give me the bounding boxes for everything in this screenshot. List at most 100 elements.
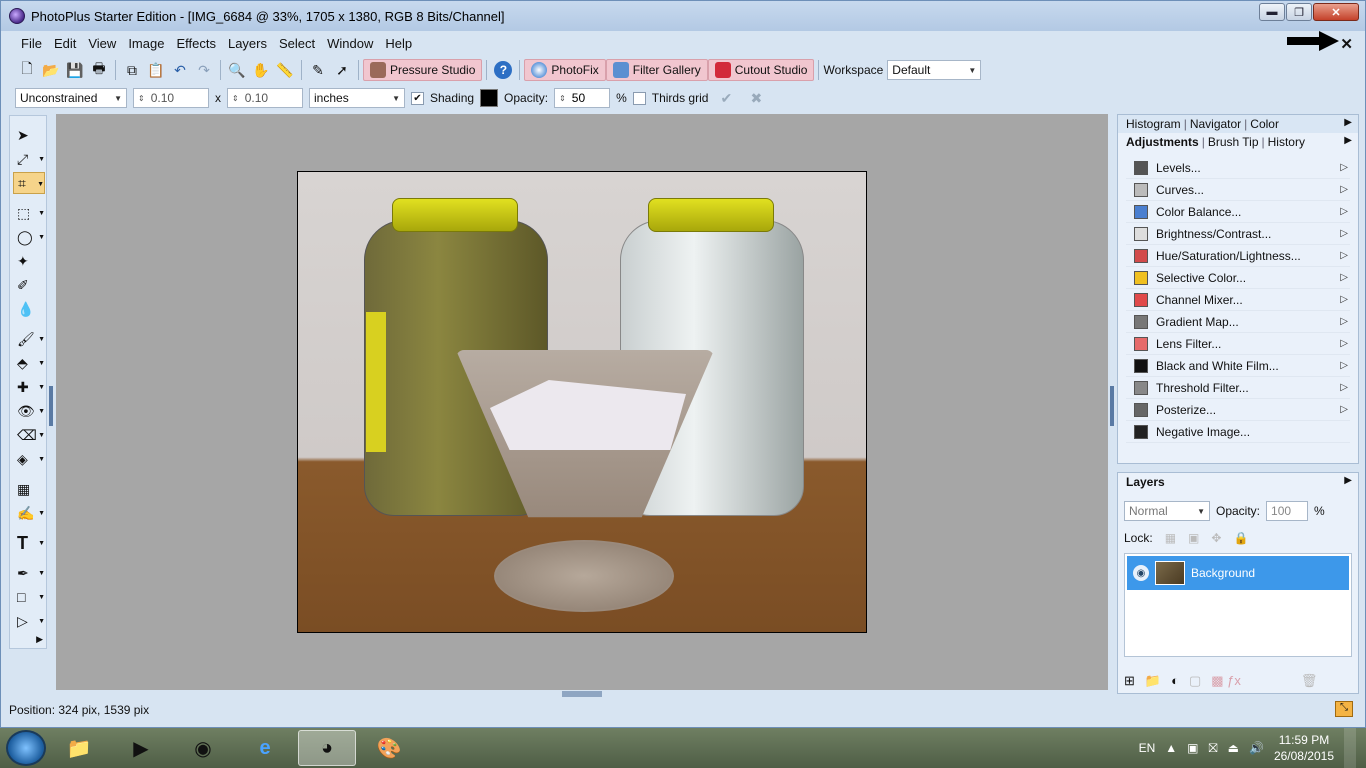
menu-image[interactable]: Image bbox=[122, 34, 170, 54]
tab-adjustments[interactable]: Adjustments bbox=[1126, 135, 1199, 149]
mesh-warp-icon[interactable]: ▦ bbox=[13, 478, 45, 500]
blend-mode-select[interactable]: Normal ▼ bbox=[1124, 501, 1210, 521]
filter-gallery-button[interactable]: Filter Gallery bbox=[605, 59, 708, 81]
show-desktop-button[interactable] bbox=[1344, 728, 1356, 768]
usb-icon[interactable]: ⏏ bbox=[1228, 741, 1239, 755]
crop-tool-icon[interactable]: ⌗ ▼ bbox=[13, 172, 45, 194]
adjustment-item[interactable]: Selective Color... ▷ bbox=[1126, 267, 1350, 289]
expand-arrow-icon[interactable]: ▷ bbox=[1340, 338, 1348, 349]
left-panel-grip[interactable] bbox=[49, 386, 53, 426]
hand-icon[interactable]: ✋ bbox=[249, 59, 273, 81]
expand-arrow-icon[interactable]: ▷ bbox=[1340, 272, 1348, 283]
tab-histogram[interactable]: Histogram bbox=[1126, 117, 1181, 131]
adjustment-layer-icon[interactable]: ◐ bbox=[1171, 673, 1179, 689]
new-group-icon[interactable]: 📁 bbox=[1145, 673, 1161, 689]
photoplus-app-icon[interactable] bbox=[9, 8, 25, 24]
save-icon[interactable]: 💾 bbox=[63, 59, 87, 81]
resize-grip-icon[interactable]: ⤡ bbox=[1335, 701, 1353, 717]
menu-view[interactable]: View bbox=[82, 34, 122, 54]
expand-arrow-icon[interactable]: ▷ bbox=[1340, 162, 1348, 173]
node-tool-icon[interactable]: ▷ ▼ bbox=[13, 610, 45, 632]
panel-menu-icon[interactable]: ▶ bbox=[1344, 135, 1352, 146]
adjustment-item[interactable]: Posterize... ▷ bbox=[1126, 399, 1350, 421]
adjustment-item[interactable]: Threshold Filter... ▷ bbox=[1126, 377, 1350, 399]
print-icon[interactable]: 🖶 bbox=[87, 59, 111, 81]
clock[interactable]: 11:59 PM 26/08/2015 bbox=[1274, 732, 1334, 764]
maximize-button[interactable]: ❐ bbox=[1286, 3, 1312, 21]
close-button[interactable]: ✕ bbox=[1313, 3, 1359, 21]
internet-explorer-taskbar-icon[interactable]: e bbox=[236, 730, 294, 766]
shape-tool-icon[interactable]: □ ▼ bbox=[13, 586, 45, 608]
tab-brush-tip[interactable]: Brush Tip bbox=[1208, 135, 1259, 149]
start-button[interactable] bbox=[6, 730, 46, 766]
magic-wand-icon[interactable]: ✦ bbox=[13, 250, 45, 272]
tray-app-icon[interactable]: ▣ bbox=[1187, 741, 1198, 755]
expand-arrow-icon[interactable]: ▷ bbox=[1340, 360, 1348, 371]
mask-icon[interactable]: ▢ bbox=[1189, 673, 1201, 689]
right-panel-grip[interactable] bbox=[1110, 386, 1114, 426]
pressure-studio-button[interactable]: Pressure Studio bbox=[363, 59, 483, 81]
eraser-icon[interactable]: ⌫ ▼ bbox=[13, 424, 45, 446]
new-file-icon[interactable]: 🗋 bbox=[15, 59, 39, 81]
tab-color[interactable]: Color bbox=[1250, 117, 1279, 131]
pen-tool-icon[interactable]: ✒ ▼ bbox=[13, 562, 45, 584]
lock-pixels-icon[interactable]: ▣ bbox=[1188, 531, 1199, 545]
open-folder-icon[interactable]: 📂 bbox=[39, 59, 63, 81]
height-spinner[interactable]: ⇕ 0.10 bbox=[227, 88, 303, 108]
media-taskbar-icon[interactable]: ▶ bbox=[112, 730, 170, 766]
photoplus-taskbar-icon[interactable]: ◕ bbox=[298, 730, 356, 766]
network-icon[interactable]: ⛝ bbox=[1209, 741, 1218, 756]
deform-tool-icon[interactable]: ⤢ ▼ bbox=[13, 148, 45, 170]
lock-all-icon[interactable]: 🔒 bbox=[1233, 531, 1248, 545]
clone-stamp-icon[interactable]: ⬘ ▼ bbox=[13, 352, 45, 374]
language-indicator[interactable]: EN bbox=[1139, 741, 1156, 755]
chrome-taskbar-icon[interactable]: ◉ bbox=[174, 730, 232, 766]
adjustment-item[interactable]: Negative Image... bbox=[1126, 421, 1350, 443]
expand-arrow-icon[interactable]: ▷ bbox=[1340, 228, 1348, 239]
tab-layers[interactable]: Layers bbox=[1126, 475, 1165, 489]
expand-arrow-icon[interactable]: ▷ bbox=[1340, 382, 1348, 393]
minimize-button[interactable]: ▬ bbox=[1259, 3, 1285, 21]
expand-arrow-icon[interactable]: ▷ bbox=[1340, 184, 1348, 195]
units-select[interactable]: inches ▼ bbox=[309, 88, 405, 108]
shading-color-swatch[interactable] bbox=[480, 89, 499, 107]
menu-edit[interactable]: Edit bbox=[48, 34, 82, 54]
workspace-select[interactable]: Default ▼ bbox=[887, 60, 982, 80]
menu-help[interactable]: Help bbox=[379, 34, 418, 54]
color-picker-icon[interactable]: 💧 bbox=[13, 298, 45, 320]
zoom-icon[interactable]: 🔍 bbox=[225, 59, 249, 81]
selection-brush-icon[interactable]: ✐ bbox=[13, 274, 45, 296]
pointer-icon[interactable]: ➚ bbox=[330, 59, 354, 81]
new-layer-icon[interactable]: ⊞ bbox=[1124, 673, 1135, 689]
paste-icon[interactable]: 📋 bbox=[144, 59, 168, 81]
volume-icon[interactable]: 🔊 bbox=[1249, 741, 1264, 755]
redo-icon[interactable]: ↷ bbox=[192, 59, 216, 81]
eye-icon[interactable]: ◉ bbox=[1133, 565, 1149, 581]
pen-icon[interactable]: ✎ bbox=[306, 59, 330, 81]
adjustment-item[interactable]: Gradient Map... ▷ bbox=[1126, 311, 1350, 333]
tab-navigator[interactable]: Navigator bbox=[1190, 117, 1241, 131]
explorer-taskbar-icon[interactable]: 📁 bbox=[50, 730, 108, 766]
adjustment-item[interactable]: Levels... ▷ bbox=[1126, 157, 1350, 179]
adjustment-item[interactable]: Hue/Saturation/Lightness... ▷ bbox=[1126, 245, 1350, 267]
adjustment-item[interactable]: Color Balance... ▷ bbox=[1126, 201, 1350, 223]
bottom-panel-toggle[interactable] bbox=[562, 691, 602, 697]
rectangle-select-icon[interactable]: ⬚ ▼ bbox=[13, 202, 45, 224]
document-close-icon[interactable]: ✕ bbox=[1340, 35, 1353, 53]
expand-arrow-icon[interactable]: ▷ bbox=[1340, 294, 1348, 305]
red-eye-icon[interactable]: 👁 ▼ bbox=[13, 400, 45, 422]
panel-menu-icon[interactable]: ▶ bbox=[1344, 117, 1352, 128]
adjustment-item[interactable]: Lens Filter... ▷ bbox=[1126, 333, 1350, 355]
undo-icon[interactable]: ↶ bbox=[168, 59, 192, 81]
menu-effects[interactable]: Effects bbox=[170, 34, 222, 54]
delete-layer-icon[interactable]: 🗑 bbox=[1301, 673, 1318, 689]
menu-layers[interactable]: Layers bbox=[222, 34, 273, 54]
smudge-icon[interactable]: ✍ ▼ bbox=[13, 502, 45, 524]
layer-row-background[interactable]: ◉ Background bbox=[1127, 556, 1349, 590]
image-canvas[interactable] bbox=[297, 171, 867, 633]
ruler-icon[interactable]: 📏 bbox=[273, 59, 297, 81]
panel-menu-icon[interactable]: ▶ bbox=[1344, 475, 1352, 486]
lock-transparency-icon[interactable]: ▦ bbox=[1165, 531, 1176, 545]
photofix-button[interactable]: PhotoFix bbox=[524, 59, 606, 81]
expand-tools-icon[interactable]: ▶ bbox=[13, 632, 45, 646]
